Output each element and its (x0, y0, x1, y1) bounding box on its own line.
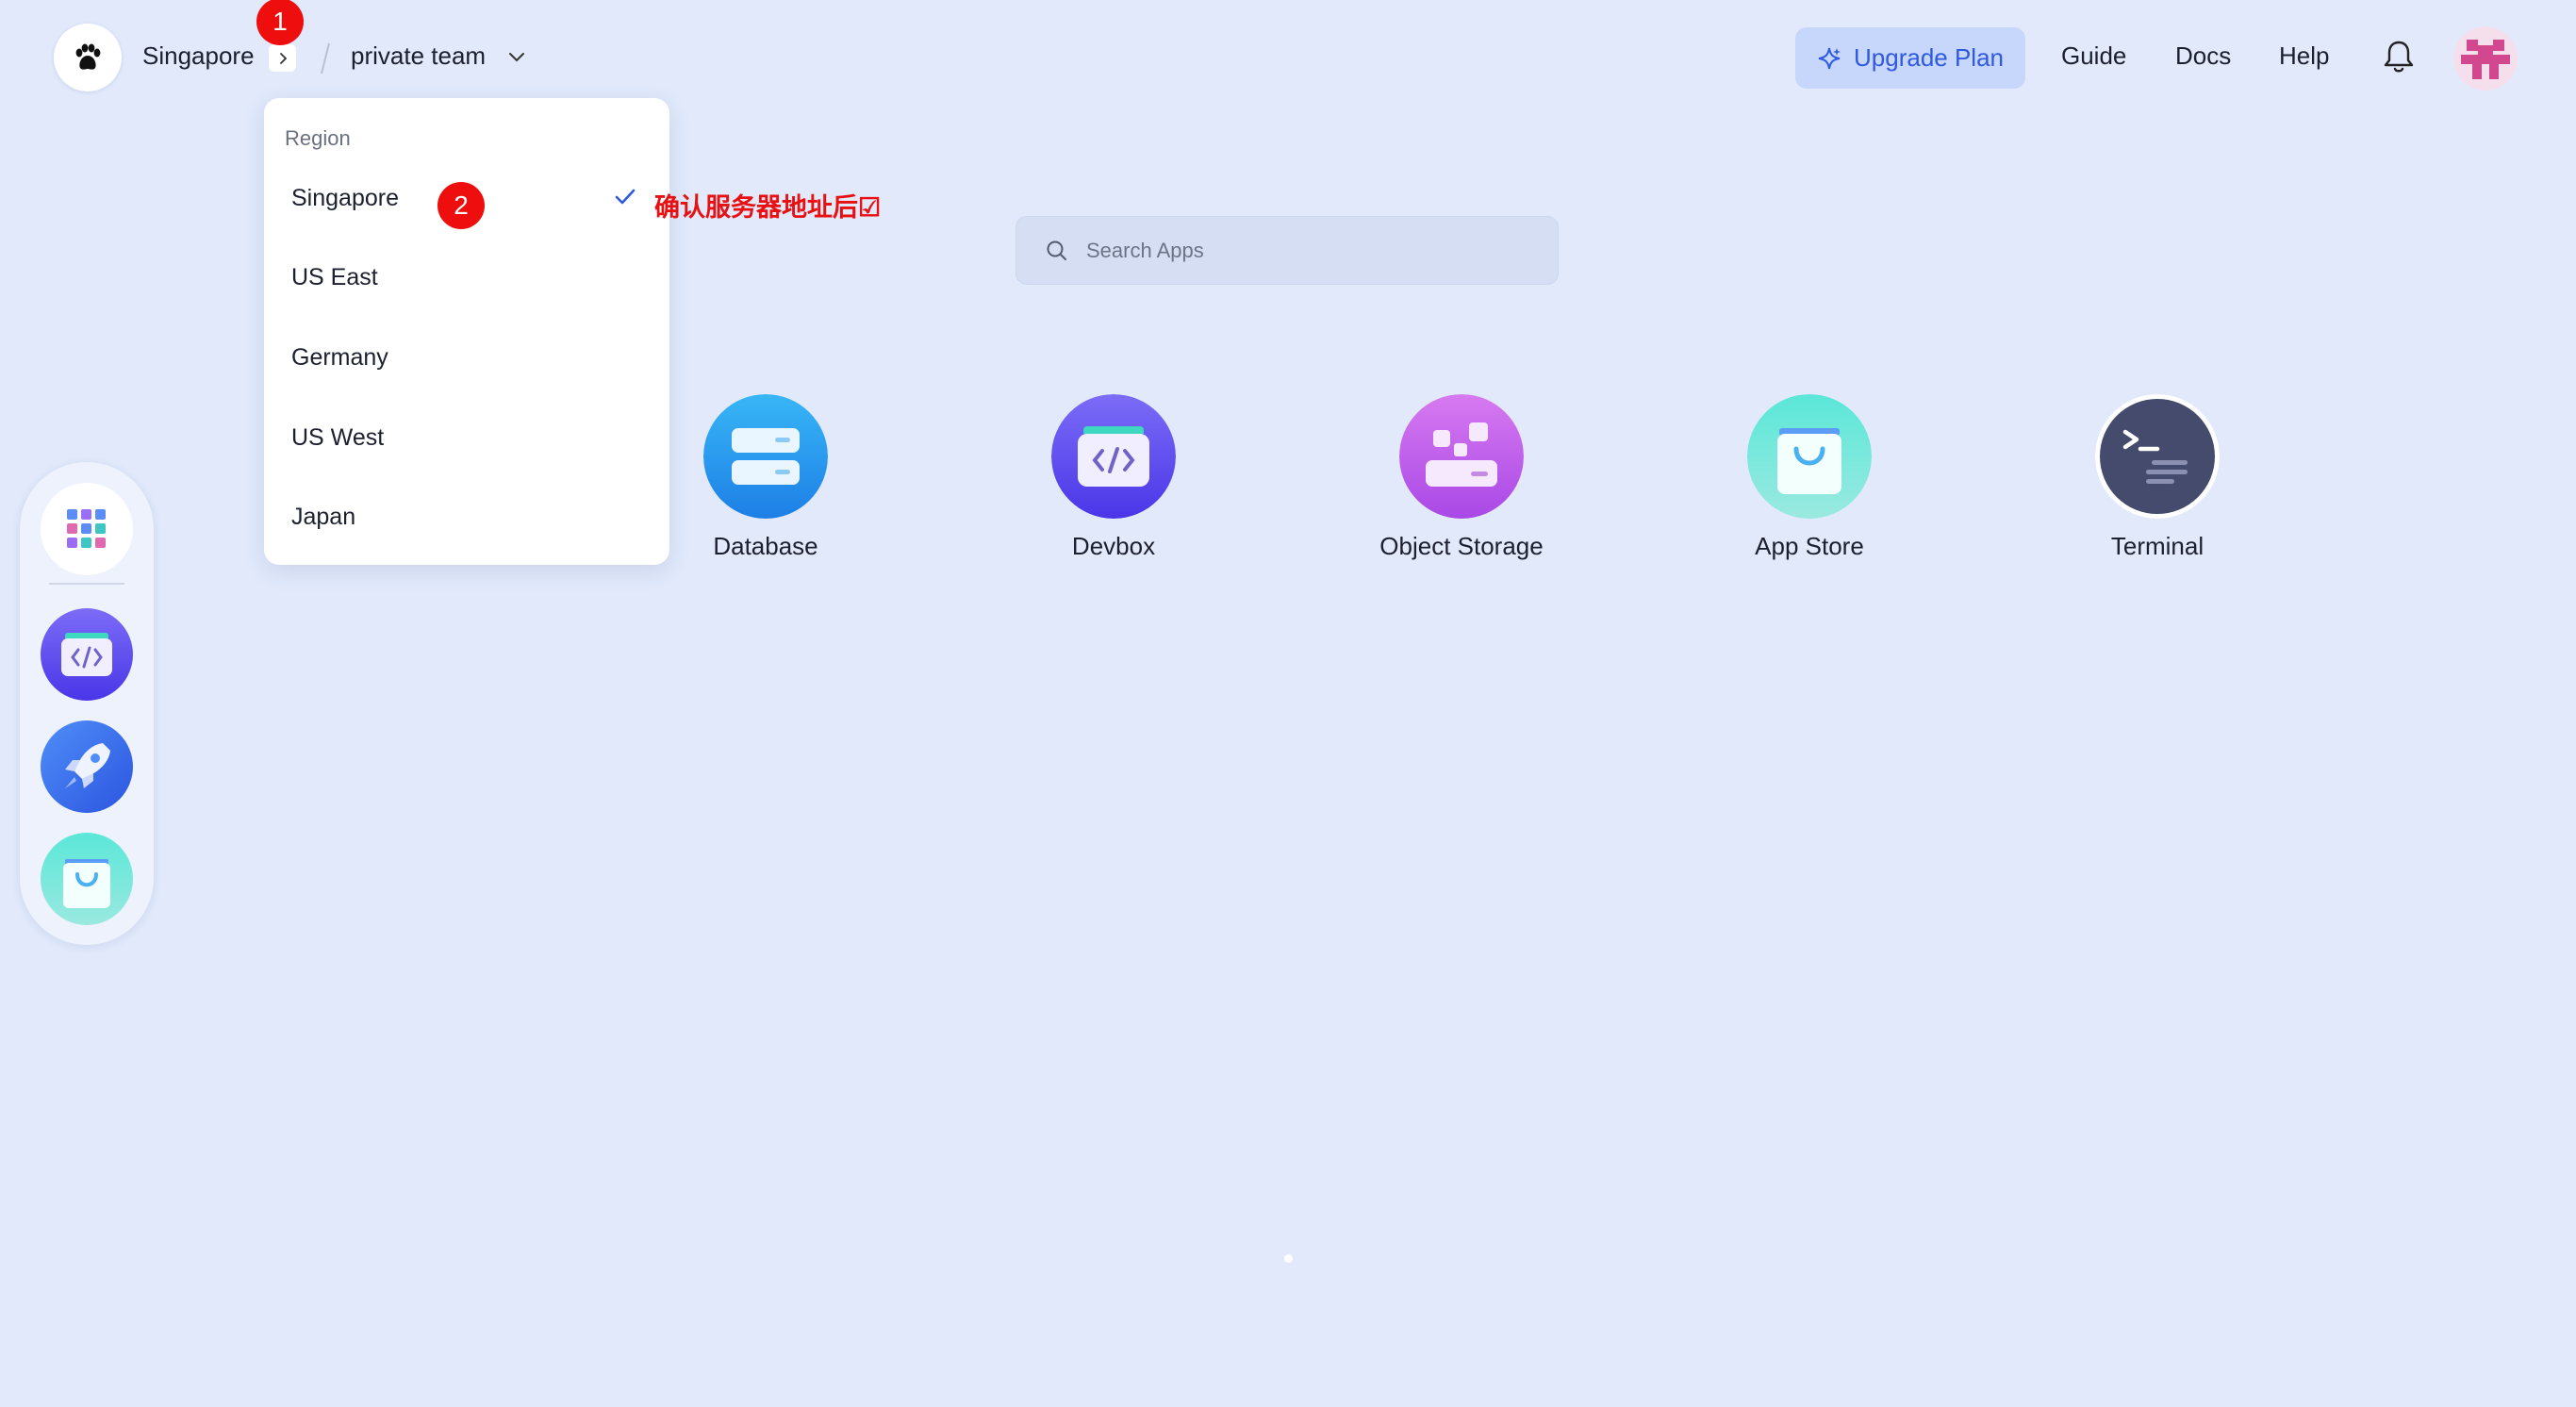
breadcrumb-separator (321, 42, 330, 74)
app-app-store[interactable]: App Store (1706, 394, 1913, 561)
app-label: App Store (1755, 532, 1864, 560)
app-object-storage[interactable]: Object Storage (1358, 394, 1565, 561)
app-store-icon (1747, 394, 1872, 519)
region-option-singapore[interactable]: Singapore (291, 185, 399, 212)
page-indicator[interactable] (1284, 1254, 1293, 1263)
annotation-note: 确认服务器地址后☑ (654, 193, 882, 222)
bell-icon[interactable] (2382, 38, 2416, 75)
region-option-us-east[interactable]: US East (291, 264, 378, 291)
search-bar[interactable] (1016, 216, 1559, 285)
app-store-icon (41, 833, 133, 925)
identicon-icon (2461, 40, 2510, 79)
region-option-japan[interactable]: Japan (291, 504, 355, 531)
app-database[interactable]: Database (662, 394, 869, 561)
region-option-us-west[interactable]: US West (291, 424, 384, 452)
checkmark-icon (615, 189, 636, 205)
region-dropdown: Region Singapore US East Germany US West… (264, 98, 669, 565)
chevron-right-icon (279, 52, 287, 64)
app-terminal[interactable]: Terminal (2054, 394, 2261, 561)
launchpad-rocket-icon (41, 720, 133, 813)
dock-devbox[interactable] (41, 608, 133, 701)
terminal-icon (2095, 394, 2220, 519)
sparkle-icon (1818, 47, 1841, 69)
logo[interactable] (54, 24, 122, 91)
help-link[interactable]: Help (2279, 41, 2329, 71)
dock-app-store[interactable] (41, 833, 133, 925)
upgrade-plan-button[interactable]: Upgrade Plan (1795, 27, 2025, 89)
dropdown-heading: Region (285, 126, 351, 150)
paw-icon (75, 43, 101, 70)
upgrade-plan-label: Upgrade Plan (1854, 43, 2004, 72)
dock-apps-grid[interactable] (41, 483, 133, 575)
search-input[interactable] (1084, 237, 1522, 264)
devbox-icon (1051, 394, 1176, 519)
search-icon (1047, 240, 1066, 260)
step-badge-2: 2 (438, 182, 485, 229)
region-option-germany[interactable]: Germany (291, 344, 388, 372)
step-badge-1: 1 (256, 0, 304, 45)
dock (20, 462, 154, 945)
docs-link[interactable]: Docs (2175, 41, 2231, 71)
team-selector-label[interactable]: private team (351, 41, 486, 71)
apps-grid-icon (67, 509, 106, 548)
app-label: Terminal (2110, 532, 2204, 560)
user-avatar[interactable] (2453, 26, 2518, 91)
object-storage-icon (1399, 394, 1524, 519)
guide-link[interactable]: Guide (2061, 41, 2126, 71)
devbox-icon (41, 608, 133, 701)
app-label: Devbox (1071, 532, 1156, 560)
app-label: Database (713, 532, 818, 560)
app-devbox[interactable]: Devbox (1010, 394, 1217, 561)
dock-divider (49, 583, 124, 585)
app-label: Object Storage (1379, 532, 1544, 560)
dock-launchpad[interactable] (41, 720, 133, 813)
database-icon (703, 394, 828, 519)
region-expand-button[interactable] (269, 44, 296, 72)
chevron-down-icon[interactable] (505, 45, 528, 68)
region-selector-label[interactable]: Singapore (142, 41, 255, 71)
